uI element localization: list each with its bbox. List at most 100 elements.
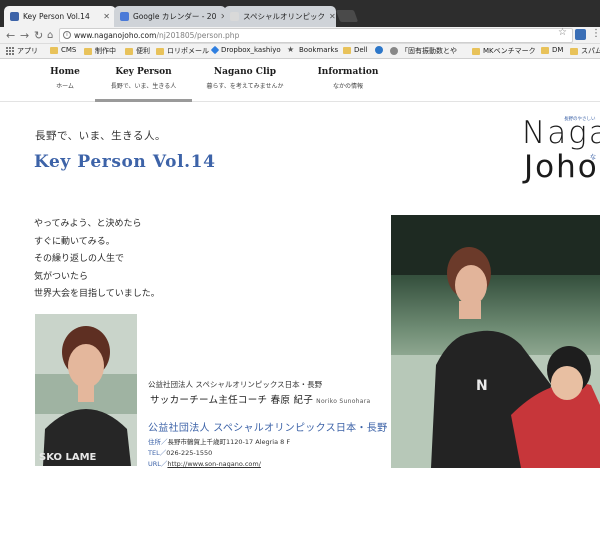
url-path: /nj201805/person.php xyxy=(156,31,240,40)
page-subtitle: 長野で、いま、生きる人。 xyxy=(35,130,166,142)
extension-icon[interactable] xyxy=(575,29,586,40)
nav-active-indicator xyxy=(95,99,192,102)
tab-title: Key Person Vol.14 xyxy=(23,12,90,21)
tab-key-person[interactable]: Key Person Vol.14 ✕ xyxy=(4,6,116,27)
hero-photo: N xyxy=(391,215,600,468)
folder-icon xyxy=(570,47,578,55)
bookmark-spam[interactable]: スパム xyxy=(570,46,600,56)
folder-icon xyxy=(156,47,164,55)
quote-line: その繰り返しの人生で xyxy=(34,254,125,264)
nav-nagano-clip[interactable]: Nagano Clip 暮らす、を考えてみませんか xyxy=(204,67,286,90)
tab-title: スペシャルオリンピック xyxy=(243,12,325,21)
folder-icon xyxy=(472,47,480,55)
back-arrow-icon[interactable]: ← xyxy=(6,28,15,43)
quote-line: やってみよう、と決めたら xyxy=(34,219,142,229)
nav-information[interactable]: Information なかの情報 xyxy=(312,67,384,90)
site-nav: Home ホーム Key Person 長野で、いま、生きる人 Nagano C… xyxy=(0,59,600,102)
bookmark-label: CMS xyxy=(61,46,77,54)
site-logo-line2[interactable]: Joho xyxy=(524,151,599,183)
bookmark-label: 制作中 xyxy=(95,47,116,55)
bookmark-cms[interactable]: CMS xyxy=(50,46,76,54)
person-role-name: サッカーチーム主任コーチ 春原 紀子 xyxy=(150,395,314,406)
portrait-photo: SKO LAME xyxy=(35,314,137,466)
bookmark-label: スパム xyxy=(581,47,600,55)
site-icon xyxy=(375,46,383,54)
bookmark-label: 「固有振動数とや xyxy=(401,47,457,55)
org-name-small: 公益社団法人 スペシャルオリンピックス日本・長野 xyxy=(148,380,323,389)
folder-icon xyxy=(541,46,549,54)
bookmark-dell[interactable]: Dell xyxy=(343,46,368,54)
new-tab-button[interactable] xyxy=(335,10,359,22)
quote-line: すぐに動いてみる。 xyxy=(34,236,115,247)
nav-key-person[interactable]: Key Person 長野で、いま、生きる人 xyxy=(95,67,192,90)
folder-icon xyxy=(125,47,133,55)
portrait-illustration: SKO LAME xyxy=(35,314,137,466)
address-line: 住所／長野市鶴賀上千歳町1120-17 Alegria 8 F xyxy=(148,436,290,446)
bookmark-natural-frequency[interactable]: 「固有振動数とや xyxy=(390,46,457,56)
tab-google-calendar[interactable]: Google カレンダー - 20 ✕ xyxy=(114,6,226,27)
bookmark-apps[interactable]: アプリ xyxy=(6,46,38,56)
bookmark-label: Dell xyxy=(354,46,368,54)
site-logo-line1[interactable]: Naga xyxy=(522,117,600,149)
person-romaji: Noriko Sunohara xyxy=(316,398,371,405)
dropbox-icon xyxy=(210,45,220,55)
svg-text:SKO LAME: SKO LAME xyxy=(39,452,97,463)
tab-strip: Key Person Vol.14 ✕ Google カレンダー - 20 ✕ … xyxy=(0,0,600,27)
tab-close-icon[interactable]: ✕ xyxy=(325,12,336,21)
reload-icon[interactable]: ↻ xyxy=(34,28,43,43)
url-line: URL／http://www.son-nagano.com/ xyxy=(148,458,261,468)
bookmark-dropbox[interactable]: Dropbox_kashiyo xyxy=(210,45,281,55)
nav-label-jp: ホーム xyxy=(56,83,74,90)
home-icon[interactable]: ⌂ xyxy=(47,28,53,43)
star-icon: ★ xyxy=(287,45,295,54)
bookmarks-bar: アプリ CMS 制作中 便利 ロリポメール Dropbox_kashiyo ★ B… xyxy=(0,44,600,59)
bookmark-useful[interactable]: 便利 xyxy=(125,46,150,56)
info-icon[interactable]: i xyxy=(63,31,71,39)
tel-line: TEL／026-225-1550 xyxy=(148,447,212,457)
bookmark-site[interactable] xyxy=(375,46,386,54)
bookmark-mk-bench[interactable]: MKベンチマーク xyxy=(472,46,536,56)
menu-icon[interactable]: ⋮ xyxy=(591,28,600,39)
bookmark-wip[interactable]: 制作中 xyxy=(84,46,116,56)
bookmark-label: アプリ xyxy=(17,47,38,55)
bookmark-label: ロリポメール xyxy=(167,47,209,55)
forward-arrow-icon[interactable]: → xyxy=(20,28,29,43)
apps-grid-icon xyxy=(6,47,14,55)
bookmark-label: MKベンチマーク xyxy=(483,47,536,55)
bookmark-label: Bookmarks xyxy=(299,46,339,54)
nav-label-en: Nagano Clip xyxy=(213,67,277,77)
org-name-link[interactable]: 公益社団法人 スペシャルオリンピックス日本・長野 xyxy=(148,419,387,434)
site-icon xyxy=(390,47,398,55)
tel-label: TEL／ xyxy=(148,449,167,457)
tab-special-olympics[interactable]: スペシャルオリンピック ✕ xyxy=(224,6,336,27)
tab-close-icon[interactable]: ✕ xyxy=(99,12,110,21)
tab-title: Google カレンダー - 20 xyxy=(133,12,217,21)
nav-label-en: Home xyxy=(50,67,80,77)
bookmark-dm[interactable]: DM xyxy=(541,46,563,54)
address-bar[interactable]: i www.naganojoho.com/nj201805/person.php xyxy=(59,28,573,43)
bookmark-label: 便利 xyxy=(136,47,150,55)
url-label: URL／ xyxy=(148,460,168,468)
logo-small-text: な xyxy=(590,154,597,161)
address-value: 長野市鶴賀上千歳町1120-17 Alegria 8 F xyxy=(167,438,291,446)
calendar-favicon-icon xyxy=(120,12,129,21)
quote-line: 気がついたら xyxy=(34,271,89,282)
quote-line: 世界大会を目指していました。 xyxy=(34,289,160,299)
nav-label-jp: 暮らす、を考えてみませんか xyxy=(206,83,284,90)
tel-value: 026-225-1550 xyxy=(166,449,213,457)
nav-home[interactable]: Home ホーム xyxy=(40,67,90,90)
folder-icon xyxy=(84,47,92,55)
site-favicon-icon xyxy=(10,12,19,21)
bookmark-label: Dropbox_kashiyo xyxy=(221,46,281,54)
bookmark-label: DM xyxy=(552,46,564,54)
nav-label-en: Information xyxy=(317,67,379,77)
quote-block: やってみよう、と決めたら すぐに動いてみる。 その繰り返しの人生で 気がついたら… xyxy=(34,216,160,304)
bookmark-bookmarks[interactable]: ★ Bookmarks xyxy=(287,45,339,55)
nav-label-en: Key Person xyxy=(115,67,172,77)
bookmark-lolipop-mail[interactable]: ロリポメール xyxy=(156,46,209,56)
folder-icon xyxy=(50,46,58,54)
bookmark-star-icon[interactable]: ☆ xyxy=(558,27,567,38)
nav-label-jp: なかの情報 xyxy=(332,83,363,90)
url-link[interactable]: http://www.son-nagano.com/ xyxy=(167,460,261,468)
svg-text:N: N xyxy=(476,378,488,394)
